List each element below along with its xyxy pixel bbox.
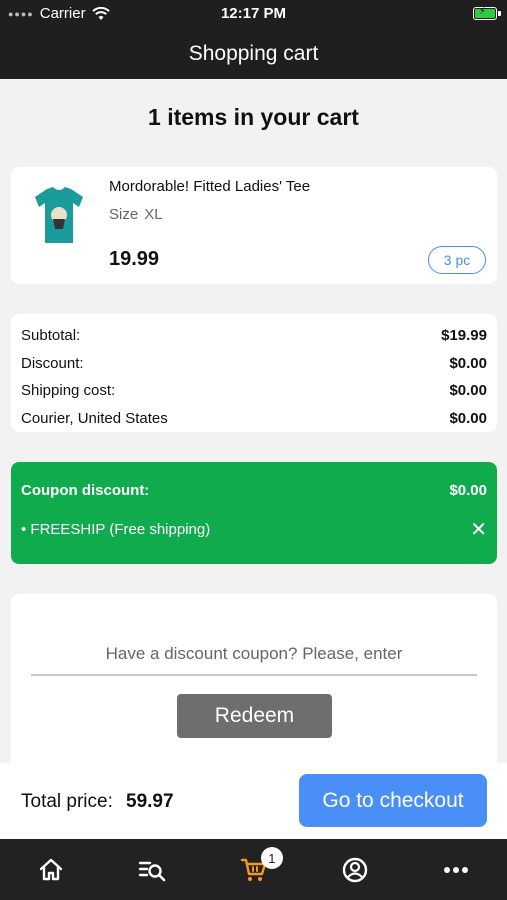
battery-icon bbox=[473, 6, 501, 20]
coupon-title: Coupon discount: bbox=[21, 482, 150, 499]
summary-value: $19.99 bbox=[441, 327, 487, 345]
size-label: Size bbox=[109, 206, 139, 223]
coupon-amount: $0.00 bbox=[449, 482, 487, 499]
checkout-button[interactable]: Go to checkout bbox=[299, 774, 487, 827]
home-icon bbox=[39, 858, 62, 880]
summary-value: $0.00 bbox=[449, 354, 487, 372]
summary-label: Courier, United States bbox=[21, 409, 168, 427]
coupon-code-input[interactable] bbox=[31, 634, 477, 676]
tab-profile[interactable] bbox=[304, 839, 405, 900]
summary-row-courier: Courier, United States $0.00 bbox=[21, 405, 487, 433]
summary-row-discount: Discount: $0.00 bbox=[21, 350, 487, 378]
tab-more[interactable] bbox=[406, 839, 507, 900]
total-price-label: Total price: bbox=[21, 791, 113, 812]
tshirt-image bbox=[35, 187, 83, 243]
tab-cart[interactable]: 1 bbox=[203, 839, 304, 900]
quantity-button[interactable]: 3 pc bbox=[428, 246, 486, 274]
summary-row-shipping: Shipping cost: $0.00 bbox=[21, 377, 487, 405]
order-summary: Subtotal: $19.99 Discount: $0.00 Shippin… bbox=[11, 314, 497, 432]
tab-bar: 1 bbox=[0, 839, 507, 900]
applied-coupon: • FREESHIP (Free shipping) bbox=[21, 521, 211, 538]
summary-label: Discount: bbox=[21, 354, 84, 372]
summary-label: Shipping cost: bbox=[21, 382, 116, 400]
nav-bar: Shopping cart bbox=[0, 28, 507, 79]
status-bar: ●●●● Carrier 12:17 PM bbox=[0, 0, 507, 28]
search-list-icon bbox=[138, 861, 166, 881]
summary-value: $0.00 bbox=[449, 409, 487, 427]
total-price-value: 59.97 bbox=[126, 791, 174, 812]
close-icon[interactable]: ✕ bbox=[470, 520, 487, 540]
cart-badge: 1 bbox=[260, 847, 283, 869]
tab-home[interactable] bbox=[0, 839, 101, 900]
redeem-button[interactable]: Redeem bbox=[177, 694, 332, 738]
product-price: 19.99 bbox=[109, 248, 160, 270]
cart-item[interactable]: Mordorable! Fitted Ladies' Tee Size XL 19… bbox=[11, 167, 497, 284]
cart-count-heading: 1 items in your cart bbox=[148, 104, 359, 130]
product-name[interactable]: Mordorable! Fitted Ladies' Tee bbox=[109, 178, 310, 195]
status-time: 12:17 PM bbox=[220, 5, 287, 22]
more-icon bbox=[444, 866, 469, 873]
coupon-discount-panel: Coupon discount: $0.00 • FREESHIP (Free … bbox=[11, 462, 497, 564]
summary-value: $0.00 bbox=[449, 382, 487, 400]
product-size: Size XL bbox=[109, 206, 163, 223]
size-value: XL bbox=[144, 206, 163, 223]
page-title: Shopping cart bbox=[188, 41, 319, 65]
summary-row-subtotal: Subtotal: $19.99 bbox=[21, 322, 487, 350]
profile-icon bbox=[342, 857, 368, 882]
summary-label: Subtotal: bbox=[21, 327, 81, 345]
tab-search[interactable] bbox=[101, 839, 202, 900]
checkout-bar: Total price: 59.97 Go to checkout bbox=[0, 763, 507, 839]
redeem-coupon-section: Redeem bbox=[11, 594, 497, 784]
